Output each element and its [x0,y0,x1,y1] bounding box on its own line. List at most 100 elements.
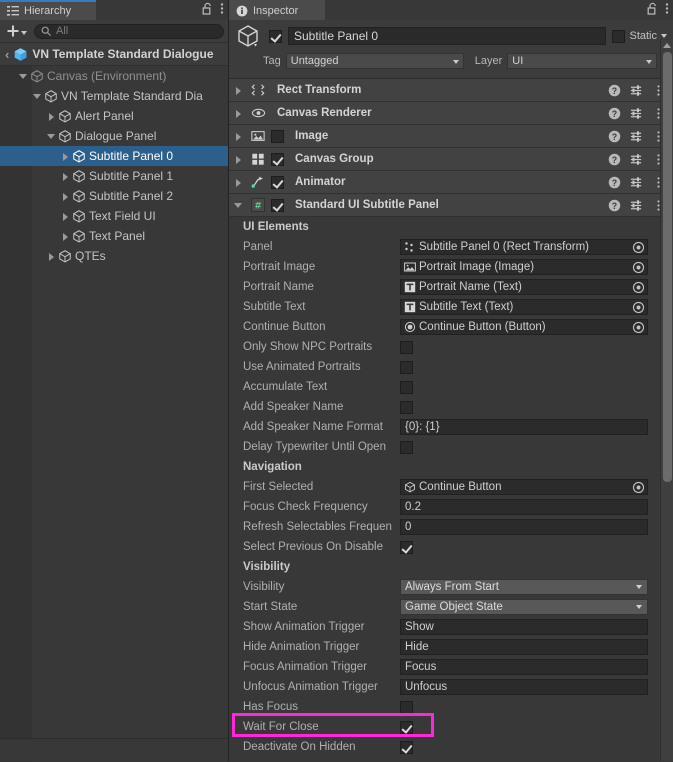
component-header[interactable]: Animator? [229,171,673,194]
preset-sliders-icon[interactable] [630,84,643,97]
hierarchy-item[interactable]: Dialogue Panel [0,126,228,146]
kebab-menu-icon[interactable] [220,2,224,18]
hierarchy-item[interactable]: Subtitle Panel 1 [0,166,228,186]
component-expand-arrow[interactable] [233,154,244,165]
lock-open-icon[interactable] [647,2,658,18]
scrollbar-thumb[interactable] [663,52,672,482]
text-field[interactable]: {0}: {1} [400,419,648,435]
popup-field[interactable]: Always From Start [400,579,648,595]
hierarchy-expand-arrow[interactable] [32,91,43,102]
component-enabled-checkbox[interactable] [271,198,284,212]
text-field[interactable]: Hide [400,639,648,655]
layer-dropdown[interactable]: UI [507,53,658,69]
hierarchy-item[interactable]: Text Panel [0,226,228,246]
text-field[interactable]: 0 [400,519,648,535]
component-enabled-checkbox[interactable] [271,152,284,166]
component-header[interactable]: Image? [229,125,673,148]
property-checkbox[interactable] [400,340,413,354]
component-expand-arrow[interactable] [233,108,244,119]
property-checkbox[interactable] [400,540,413,554]
hierarchy-expand-arrow[interactable] [60,151,71,162]
tag-dropdown[interactable]: Untagged [285,53,464,69]
preset-sliders-icon[interactable] [630,153,643,166]
component-header[interactable]: Canvas Group? [229,148,673,171]
preset-sliders-icon[interactable] [630,130,643,143]
component-enabled-checkbox[interactable] [271,129,284,143]
hierarchy-expand-arrow[interactable] [46,111,57,122]
help-icon[interactable]: ? [608,107,621,120]
scroll-up-arrow[interactable] [663,43,671,48]
object-field[interactable]: Continue Button [400,479,648,495]
help-icon[interactable]: ? [608,199,621,212]
hierarchy-expand-arrow[interactable] [60,171,71,182]
component-header[interactable]: Rect Transform? [229,79,673,102]
chevron-down-icon[interactable] [661,34,667,38]
help-icon[interactable]: ? [608,153,621,166]
object-picker-icon[interactable] [632,241,645,254]
hierarchy-expand-arrow[interactable] [60,211,71,222]
tab-hierarchy[interactable]: Hierarchy [0,0,96,20]
hierarchy-expand-arrow[interactable] [60,191,71,202]
component-expand-arrow[interactable] [233,200,244,211]
static-checkbox[interactable] [612,29,626,43]
text-field[interactable]: 0.2 [400,499,648,515]
object-picker-icon[interactable] [632,261,645,274]
property-checkbox[interactable] [400,360,413,374]
property-checkbox[interactable] [400,720,413,734]
object-field[interactable]: Portrait Image (Image) [400,259,648,275]
property-label: Deactivate On Hidden [243,741,356,753]
component-enabled-checkbox[interactable] [271,175,284,189]
text-field[interactable]: Unfocus [400,679,648,695]
lock-open-icon[interactable] [202,2,213,18]
property-row: Start State Game Object State [229,597,673,617]
text-field[interactable]: Show [400,619,648,635]
help-icon[interactable]: ? [608,84,621,97]
gameobject-name-field[interactable]: Subtitle Panel 0 [288,27,607,45]
tab-inspector[interactable]: Inspector [229,0,325,20]
panel-splitter[interactable] [228,0,229,761]
hierarchy-expand-arrow[interactable] [18,71,29,82]
object-field[interactable]: Portrait Name (Text) [400,279,648,295]
property-checkbox[interactable] [400,700,413,714]
help-icon[interactable]: ? [608,176,621,189]
create-gameobject-button[interactable] [4,23,30,39]
hierarchy-item[interactable]: VN Template Standard Dia [0,86,228,106]
hierarchy-item[interactable]: Canvas (Environment) [0,66,228,86]
hierarchy-item[interactable]: Subtitle Panel 2 [0,186,228,206]
text-field[interactable]: Focus [400,659,648,675]
hierarchy-expand-arrow[interactable] [60,231,71,242]
component-header[interactable]: # Standard UI Subtitle Panel? [229,194,673,217]
property-checkbox[interactable] [400,440,413,454]
object-field[interactable]: Continue Button (Button) [400,319,648,335]
hierarchy-item[interactable]: QTEs [0,246,228,266]
component-header[interactable]: Canvas Renderer? [229,102,673,125]
preset-sliders-icon[interactable] [630,176,643,189]
hierarchy-item[interactable]: Text Field UI [0,206,228,226]
gameobject-enabled-checkbox[interactable] [269,29,282,43]
component-expand-arrow[interactable] [233,85,244,96]
kebab-menu-icon[interactable] [665,2,669,18]
object-picker-icon[interactable] [632,481,645,494]
preset-sliders-icon[interactable] [630,107,643,120]
property-checkbox[interactable] [400,740,413,754]
hierarchy-expand-arrow[interactable] [46,251,57,262]
object-picker-icon[interactable] [632,281,645,294]
hierarchy-item[interactable]: Alert Panel [0,106,228,126]
preset-sliders-icon[interactable] [630,199,643,212]
property-checkbox[interactable] [400,380,413,394]
inspector-scrollbar[interactable] [660,40,673,761]
object-picker-icon[interactable] [632,301,645,314]
hierarchy-item[interactable]: Subtitle Panel 0 [0,146,228,166]
property-checkbox[interactable] [400,400,413,414]
object-field[interactable]: Subtitle Panel 0 (Rect Transform) [400,239,648,255]
component-expand-arrow[interactable] [233,177,244,188]
search-input[interactable]: All [34,23,224,39]
component-expand-arrow[interactable] [233,131,244,142]
object-picker-icon[interactable] [632,321,645,334]
object-field[interactable]: Subtitle Text (Text) [400,299,648,315]
popup-field[interactable]: Game Object State [400,599,648,615]
hierarchy-expand-arrow[interactable] [46,131,57,142]
scene-breadcrumb-row[interactable]: ‹ VN Template Standard Dialogue [0,43,228,66]
chevron-left-icon[interactable]: ‹ [5,47,9,62]
help-icon[interactable]: ? [608,130,621,143]
